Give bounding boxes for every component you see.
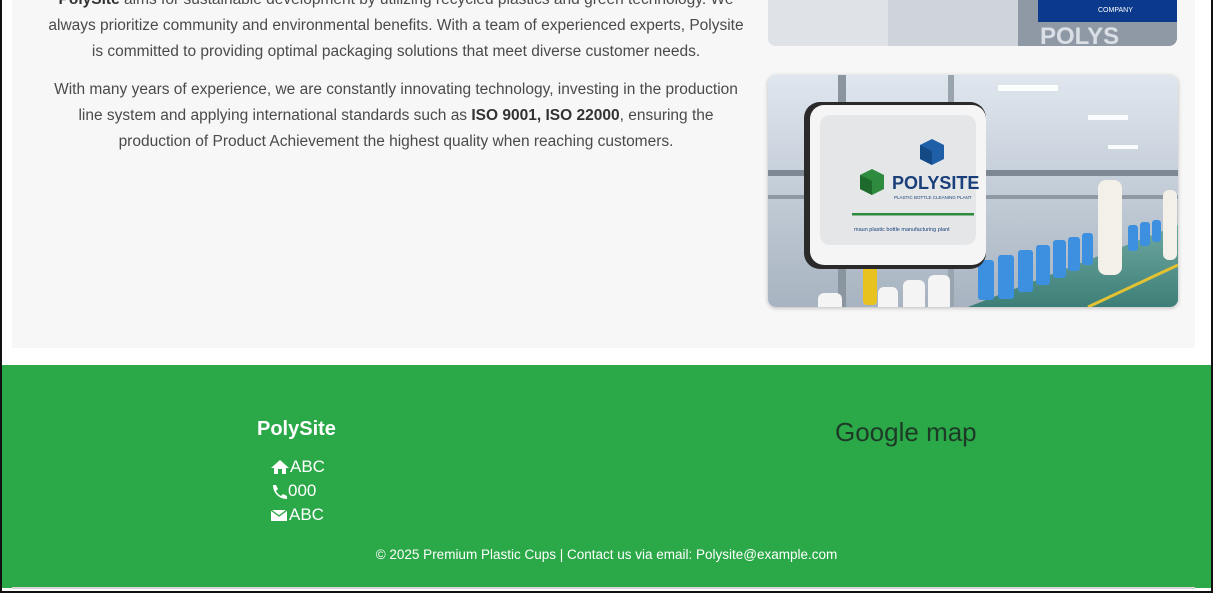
sign-caption-text: maun plastic bottle manufacturing plant [854,227,950,233]
about-paragraph-1: PolySite aims for sustainable developmen… [36,0,756,65]
top-banner-text: COMPANY [1098,7,1133,14]
sign-brand-text: POLYSITE [892,173,979,193]
about-brand-bold: PolySite [59,0,120,8]
about-p1-line1: aims for sustainable development by util… [120,0,733,8]
bottom-divider [12,587,1195,589]
about-p2-line3: production of Product Achievement the hi… [118,133,674,150]
factory-image-main: POLYSITE PLASTIC BOTTLE CLEANING PLANT m… [768,75,1178,307]
about-p1-line3: is committed to providing optimal packag… [91,43,701,60]
about-p2-line2-pre: line system and applying international s… [78,107,472,124]
contact-email: ABC [270,503,325,527]
about-p2-line2-post: , ensuring the [619,107,714,124]
contact-email-text: ABC [289,505,324,524]
footer-contact: ABC 000 ABC [270,455,325,527]
footer-copyright: © 2025 Premium Plastic Cups | Contact us… [375,547,838,562]
factory-image-top: COMPANY POLYS [768,0,1177,46]
google-map-placeholder[interactable]: Google map [835,417,977,448]
about-p1-line2: always prioritize community and environm… [48,17,744,34]
footer-brand: PolySite [257,418,336,440]
contact-phone: 000 [270,479,325,503]
top-sign-text: POLYS [1040,23,1119,46]
contact-address: ABC [270,455,325,479]
sign-tagline-text: PLASTIC BOTTLE CLEANING PLANT [894,195,972,200]
iso-standards: ISO 9001, ISO 22000 [471,107,620,124]
contact-phone-text: 000 [288,481,317,500]
site-footer: PolySite ABC 000 ABC Google map © 2025 P… [2,365,1211,588]
about-paragraph-2: With many years of experience, we are co… [36,77,756,155]
about-section: PolySite aims for sustainable developmen… [12,0,1195,348]
phone-icon [273,485,287,499]
home-icon [271,460,289,474]
contact-address-text: ABC [290,457,325,476]
envelope-icon [270,509,288,521]
about-p2-line1: With many years of experience, we are co… [54,81,738,98]
